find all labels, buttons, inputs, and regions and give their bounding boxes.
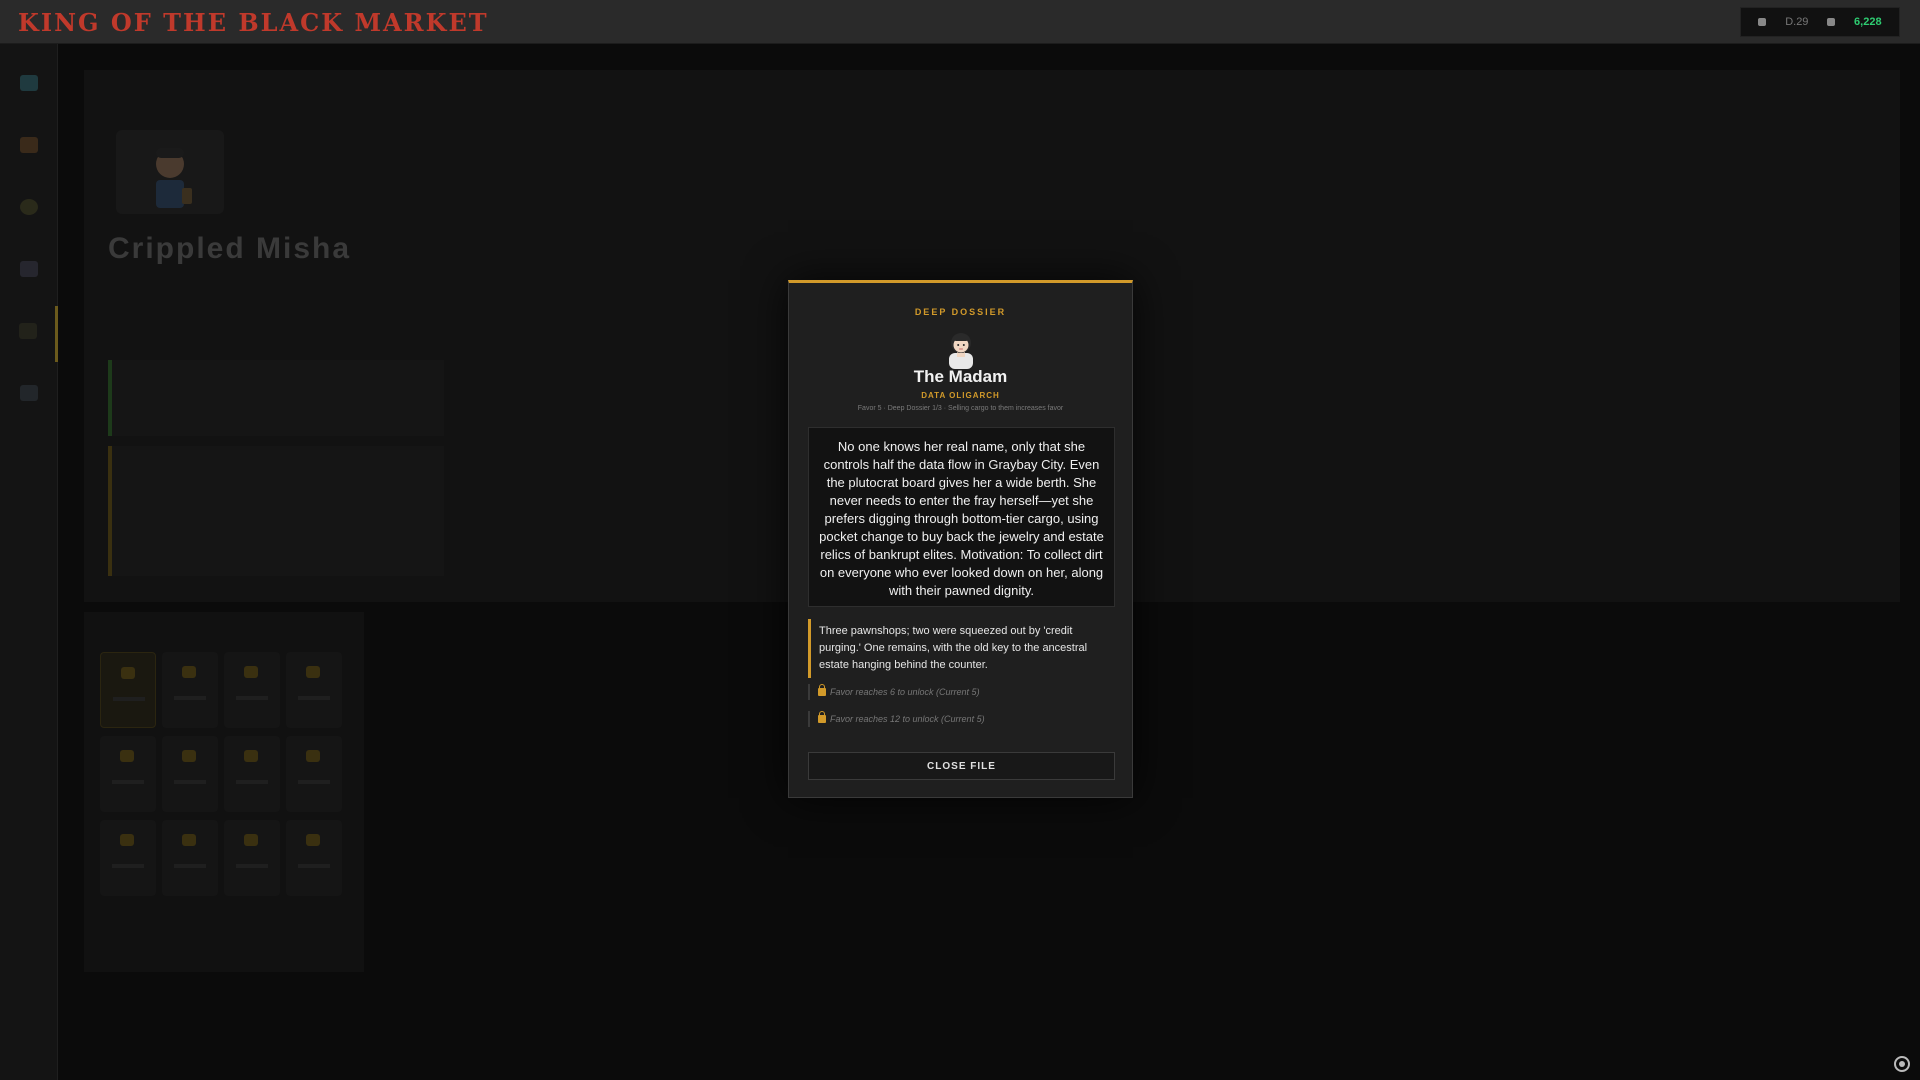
sidebar-item-inventory[interactable]: [0, 120, 58, 176]
item-icon: [306, 834, 320, 846]
game-title: KING OF THE BLACK MARKET: [18, 8, 489, 37]
character-portrait: [116, 130, 224, 214]
close-file-button[interactable]: CLOSE FILE: [808, 752, 1115, 780]
character-avatar-icon: [156, 148, 192, 208]
mail-icon: [20, 261, 38, 277]
item-icon: [244, 750, 258, 762]
lock-icon: [818, 711, 826, 723]
item-icon: [120, 834, 134, 846]
cash-amount: 6,228: [1854, 16, 1882, 28]
lock-icon: [818, 684, 826, 696]
locked-clue-text: Favor reaches 6 to unlock (Current 5): [830, 687, 980, 697]
grid-cell[interactable]: [162, 820, 218, 896]
clock-icon: [1758, 18, 1767, 26]
gear-icon: [20, 199, 38, 215]
locked-clue: Favor reaches 6 to unlock (Current 5): [808, 684, 1115, 700]
item-grid: [100, 652, 350, 896]
item-icon: [182, 750, 196, 762]
grid-cell[interactable]: [100, 652, 156, 728]
dossier-meta: Favor 5 · Deep Dossier 1/3 · Selling car…: [857, 405, 1064, 412]
item-icon: [244, 666, 258, 678]
dossier-role: DATA OLIGARCH: [921, 391, 1000, 400]
top-stats: D.29 6,228: [1740, 7, 1900, 37]
sidebar: [0, 44, 58, 1080]
bag-icon: [20, 137, 38, 153]
item-icon: [121, 667, 135, 679]
character-name: Crippled Misha: [108, 232, 352, 265]
grid-cell[interactable]: [286, 820, 342, 896]
woman-avatar-icon: [949, 333, 973, 369]
sidebar-item-gear[interactable]: [0, 182, 58, 238]
locked-clue: Favor reaches 12 to unlock (Current 5): [808, 711, 1115, 727]
item-icon: [306, 750, 320, 762]
grid-cell[interactable]: [224, 652, 280, 728]
grid-cell[interactable]: [224, 736, 280, 812]
item-icon: [244, 834, 258, 846]
item-icon: [306, 666, 320, 678]
info-card: [108, 360, 444, 436]
item-icon: [182, 834, 196, 846]
sidebar-item-contacts[interactable]: [0, 306, 58, 362]
dossier-bio: No one knows her real name, only that sh…: [808, 427, 1115, 607]
sidebar-item-market[interactable]: [0, 58, 58, 114]
dossier-clue: Three pawnshops; two were squeezed out b…: [808, 619, 1115, 678]
grid-cell[interactable]: [224, 820, 280, 896]
settings-corner-icon[interactable]: [1894, 1056, 1910, 1072]
sidebar-item-log[interactable]: [0, 368, 58, 424]
top-bar: KING OF THE BLACK MARKET D.29 6,228: [0, 0, 1920, 44]
cash-icon: [1827, 18, 1836, 26]
grid-cell[interactable]: [162, 652, 218, 728]
modal-kicker: DEEP DOSSIER: [914, 307, 1007, 317]
map-icon: [20, 75, 38, 91]
sidebar-item-mail[interactable]: [0, 244, 58, 300]
dossier-modal: DEEP DOSSIER The Madam DATA OLIGARCH Fav…: [788, 280, 1133, 798]
grid-cell[interactable]: [286, 652, 342, 728]
item-icon: [120, 750, 134, 762]
grid-cell[interactable]: [286, 736, 342, 812]
grid-cell[interactable]: [100, 736, 156, 812]
info-card: [108, 446, 444, 576]
item-icon: [182, 666, 196, 678]
dossier-name: The Madam: [913, 367, 1008, 386]
locked-clue-text: Favor reaches 12 to unlock (Current 5): [830, 714, 985, 724]
person-icon: [18, 323, 37, 339]
grid-cell[interactable]: [162, 736, 218, 812]
book-icon: [20, 385, 38, 401]
day-counter: D.29: [1785, 16, 1809, 28]
grid-cell[interactable]: [100, 820, 156, 896]
